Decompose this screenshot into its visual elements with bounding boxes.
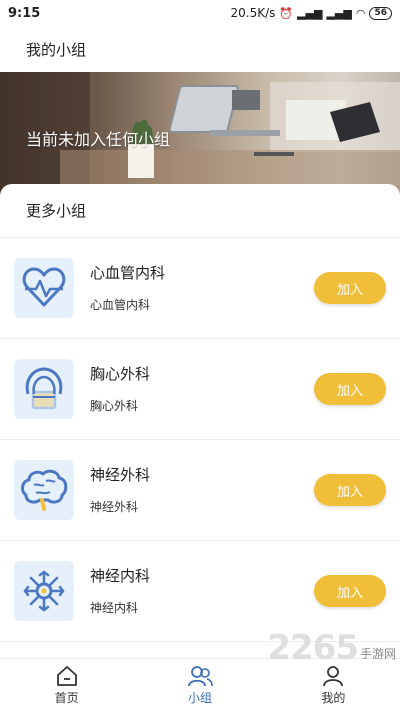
no-group-message: 当前未加入任何小组 xyxy=(26,130,171,149)
brain-icon xyxy=(14,460,74,520)
list-item[interactable]: 神经外科 神经外科 加入 xyxy=(0,440,400,541)
watermark-logo: 2265 手游网 xyxy=(267,628,396,668)
join-button[interactable]: 加入 xyxy=(314,272,386,304)
list-item[interactable]: 神经内科 神经内科 加入 xyxy=(0,541,400,642)
group-subtitle: 胸心外科 xyxy=(90,399,139,413)
group-icon xyxy=(187,663,213,689)
wifi-icon: ◠ xyxy=(355,6,366,20)
battery-icon: 56 xyxy=(369,6,392,20)
network-speed: 20.5K/s xyxy=(230,6,276,20)
group-list: 心血管内科 心血管内科 加入 胸心外科 胸心外科 加入 神经外科 神经外科 加入… xyxy=(0,238,400,642)
alarm-icon: ⏰ xyxy=(279,6,294,20)
page-title: 我的小组 xyxy=(26,40,87,59)
neuron-icon xyxy=(14,561,74,621)
more-groups-panel: 更多小组 心血管内科 心血管内科 加入 胸心外科 胸心外科 加入 神经外科 神经… xyxy=(0,184,400,658)
watermark-site: 手游网 xyxy=(359,647,396,661)
group-subtitle: 神经外科 xyxy=(90,500,139,514)
heart-pulse-icon xyxy=(14,258,74,318)
page-header: 我的小组 xyxy=(0,26,400,72)
list-item[interactable]: 心血管内科 心血管内科 加入 xyxy=(0,238,400,339)
chest-icon xyxy=(14,359,74,419)
group-name: 神经内科 xyxy=(90,567,151,585)
tab-label: 我的 xyxy=(321,691,346,705)
group-subtitle: 心血管内科 xyxy=(90,298,151,312)
tab-label: 小组 xyxy=(187,691,212,705)
banner-image: 当前未加入任何小组 xyxy=(0,72,400,200)
status-bar: 9:15 20.5K/s ⏰ ▂▄▆ ▂▄▆ ◠ 56 xyxy=(0,0,400,26)
status-icons: 20.5K/s ⏰ ▂▄▆ ▂▄▆ ◠ 56 xyxy=(230,6,392,20)
group-name: 心血管内科 xyxy=(90,264,166,282)
signal-icon-2: ▂▄▆ xyxy=(326,6,352,20)
signal-icon: ▂▄▆ xyxy=(297,6,323,20)
group-name: 神经外科 xyxy=(90,466,151,484)
section-title: 更多小组 xyxy=(26,202,87,220)
join-button[interactable]: 加入 xyxy=(314,575,386,607)
tab-label: 首页 xyxy=(54,691,79,705)
join-button[interactable]: 加入 xyxy=(314,373,386,405)
tab-home[interactable]: 首页 xyxy=(0,659,133,711)
tab-group[interactable]: 小组 xyxy=(133,659,266,711)
join-button[interactable]: 加入 xyxy=(314,474,386,506)
home-icon xyxy=(54,663,80,689)
status-time: 9:15 xyxy=(8,5,41,21)
list-item[interactable]: 胸心外科 胸心外科 加入 xyxy=(0,339,400,440)
group-subtitle: 神经内科 xyxy=(90,601,139,615)
watermark-number: 2265 xyxy=(267,628,359,668)
group-name: 胸心外科 xyxy=(90,365,151,383)
